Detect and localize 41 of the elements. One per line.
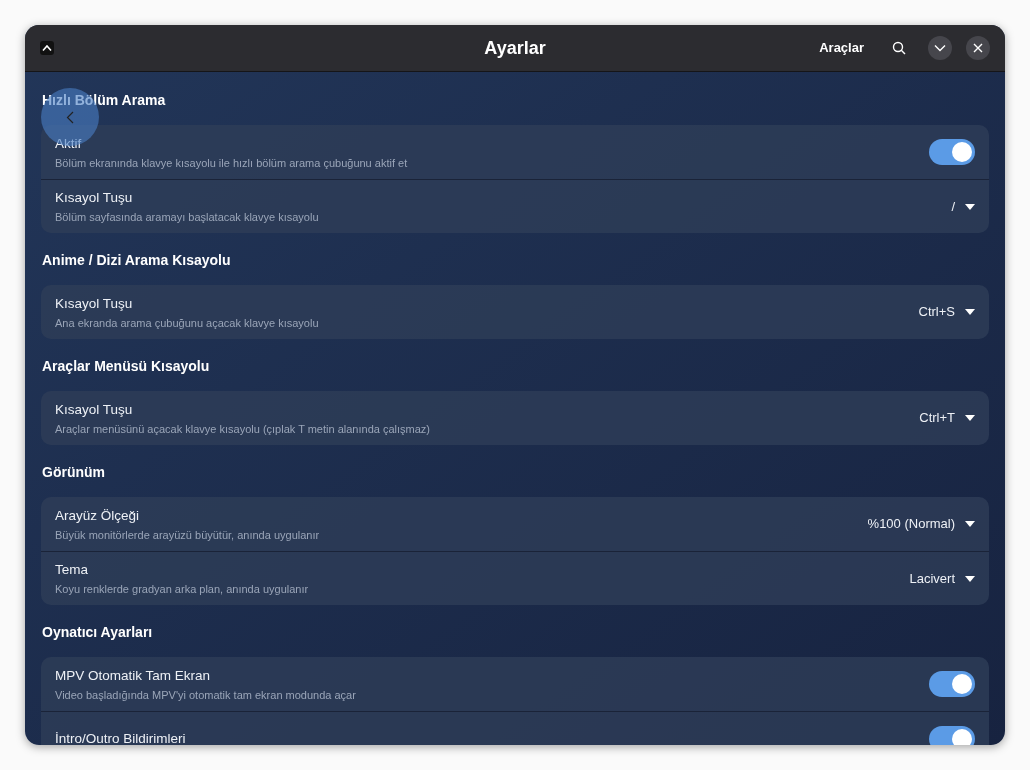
setting-label: Kısayol Tuşu — [55, 294, 134, 313]
search-icon[interactable] — [892, 41, 906, 55]
section-title: Araçlar Menüsü Kısayolu — [42, 357, 211, 376]
dropdown[interactable]: / — [951, 196, 975, 217]
setting-description: Koyu renklerde gradyan arka plan, anında uygulanır — [55, 582, 310, 596]
tools-menu-button[interactable]: Araçlar — [815, 38, 868, 58]
caret-icon — [965, 415, 975, 421]
dropdown[interactable]: Ctrl+T — [919, 408, 975, 428]
dropdown[interactable]: Ctrl+S — [918, 302, 975, 322]
caret-icon — [965, 203, 975, 210]
setting-description: Bölüm sayfasında aramayı başlatacak klavye kısayolu — [55, 210, 320, 224]
caret-icon — [965, 309, 975, 315]
minimize-button[interactable] — [928, 36, 952, 60]
close-button[interactable] — [966, 36, 990, 60]
setting-label: Tema — [55, 561, 89, 579]
caret-icon — [965, 521, 975, 527]
toggle-switch[interactable] — [929, 671, 975, 697]
app-logo-icon — [40, 41, 54, 55]
chevron-down-icon — [934, 44, 946, 52]
window-title: Ayarlar — [484, 36, 546, 60]
section-title: Hızlı Bölüm Arama — [42, 91, 167, 110]
setting-label: Arayüz Ölçeği — [55, 506, 141, 525]
section-title: Oynatıcı Ayarları — [42, 623, 154, 642]
section-title: Görünüm — [42, 463, 106, 482]
setting-description: Video başladığında MPV'yi otomatik tam ekran modunda açar — [55, 687, 357, 702]
setting-description: Araçlar menüsünü açacak klavye kısayolu (çıplak T metin alanında çalışmaz) — [55, 421, 431, 436]
dropdown[interactable]: Lacivert — [909, 568, 975, 589]
setting-label: MPV Otomatik Tam Ekran — [55, 666, 212, 685]
section-title: Anime / Dizi Arama Kısayolu — [42, 251, 232, 270]
caret-icon — [965, 575, 975, 582]
setting-description: Bölüm ekranında klavye kısayolu ile hızlı bölüm arama çubuğunu aktif et — [55, 155, 409, 170]
setting-label: Kısayol Tuşu — [55, 400, 134, 419]
setting-label: Kısayol Tuşu — [55, 189, 134, 207]
setting-description: Büyük monitörlerde arayüzü büyütür, anında uygulanır — [55, 527, 321, 542]
chevron-left-icon — [66, 110, 74, 124]
dropdown[interactable]: %100 (Normal) — [867, 514, 975, 534]
toggle-switch[interactable] — [929, 725, 975, 745]
setting-label: İntro/Outro Bildirimleri — [55, 729, 187, 745]
setting-description: Ana ekranda arama çubuğunu açacak klavye kısayolu — [55, 315, 320, 330]
toggle-switch[interactable] — [929, 139, 975, 165]
close-icon — [973, 43, 983, 53]
